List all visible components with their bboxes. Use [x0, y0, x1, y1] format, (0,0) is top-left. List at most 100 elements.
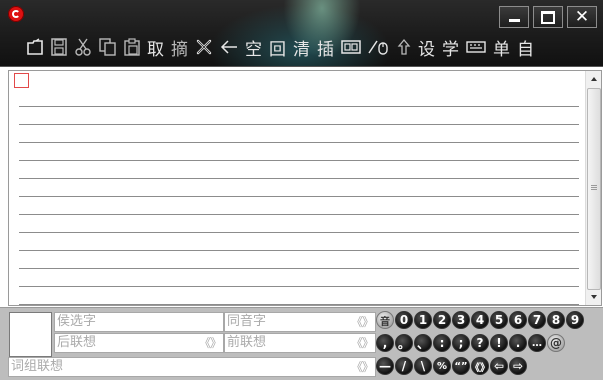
minimize-icon — [508, 18, 520, 22]
post-association-field[interactable]: 后联想 《》 — [54, 333, 224, 353]
cut-button[interactable] — [74, 34, 92, 60]
pre-association-field[interactable]: 前联想 《》 — [224, 333, 376, 353]
handwriting-input-window: ✕ 取 摘 空 回 清 插 设 学 单 自 侯选字 同音字 《》 后联想 《》 … — [0, 0, 603, 380]
save-button[interactable] — [51, 34, 67, 60]
app-logo-icon[interactable] — [8, 6, 24, 22]
close-icon: ✕ — [574, 6, 590, 27]
insert-button[interactable]: 插 — [317, 34, 334, 60]
homophones-pager[interactable]: 《》 — [351, 313, 374, 331]
post-association-pager[interactable]: 《》 — [199, 334, 222, 352]
digit-key-9[interactable]: 9 — [566, 311, 584, 329]
tone-key[interactable]: 音 — [376, 311, 394, 329]
exclamation-key[interactable]: ! — [490, 334, 508, 352]
post-association-label: 后联想 — [57, 335, 97, 350]
auto-label: 自 — [517, 39, 534, 60]
handwriting-preview-box[interactable] — [9, 312, 52, 357]
title-bar[interactable]: ✕ 取 摘 空 回 清 插 设 学 单 自 — [0, 0, 603, 67]
vertical-scrollbar[interactable] — [585, 71, 601, 305]
colon-key[interactable]: : — [433, 334, 451, 352]
phrase-association-field[interactable]: 词组联想 《》 — [8, 357, 376, 377]
close-button[interactable]: ✕ — [567, 6, 597, 28]
percent-key[interactable]: % — [433, 357, 451, 375]
learn-button[interactable]: 学 — [442, 34, 459, 60]
clean-label: 清 — [293, 39, 310, 60]
single-char-button[interactable]: 单 — [493, 34, 510, 60]
toolbar: 取 摘 空 回 清 插 设 学 单 自 — [26, 34, 541, 60]
take-button[interactable]: 取 — [147, 34, 164, 60]
clear-button[interactable] — [195, 34, 213, 60]
save-icon — [51, 38, 67, 56]
candidates-label: 侯选字 — [57, 314, 97, 329]
enter-label: 回 — [269, 39, 286, 60]
maximize-icon — [541, 10, 555, 24]
copy-button[interactable] — [99, 34, 117, 60]
homophones-field[interactable]: 同音字 《》 — [224, 312, 376, 332]
backspace-button[interactable] — [220, 34, 238, 60]
digit-key-3[interactable]: 3 — [452, 311, 470, 329]
dot-key[interactable]: . — [509, 334, 527, 352]
ruled-lines — [19, 89, 579, 305]
semicolon-key[interactable]: ; — [452, 334, 470, 352]
phrase-association-pager[interactable]: 《》 — [351, 358, 374, 376]
candidate-panel: 侯选字 同音字 《》 后联想 《》 前联想 《》 词组联想 《》 音 0 1 2… — [0, 307, 603, 380]
backslash-key[interactable]: \ — [414, 357, 432, 375]
digit-key-7[interactable]: 7 — [528, 311, 546, 329]
digit-key-2[interactable]: 2 — [433, 311, 451, 329]
scroll-up-button[interactable] — [586, 71, 601, 87]
digit-key-8[interactable]: 8 — [547, 311, 565, 329]
scroll-down-icon — [590, 295, 597, 299]
keypad-row-digits: 音 0 1 2 3 4 5 6 7 8 9 — [376, 311, 585, 329]
space-button[interactable]: 空 — [245, 34, 262, 60]
digit-key-0[interactable]: 0 — [395, 311, 413, 329]
open-icon — [27, 38, 43, 55]
slash-key[interactable]: / — [395, 357, 413, 375]
phrase-association-label: 词组联想 — [11, 359, 64, 374]
insert-label: 插 — [317, 39, 334, 60]
window-controls: ✕ — [499, 6, 597, 28]
auto-button[interactable]: 自 — [517, 34, 534, 60]
fullwidth-icon — [341, 40, 361, 54]
shift-button[interactable] — [397, 34, 411, 60]
candidates-field[interactable]: 侯选字 — [54, 312, 224, 332]
enter-button[interactable]: 回 — [269, 34, 286, 60]
pre-association-pager[interactable]: 《》 — [351, 334, 374, 352]
digit-key-4[interactable]: 4 — [471, 311, 489, 329]
quotes-key[interactable]: “” — [452, 357, 470, 375]
keyboard-button[interactable] — [466, 34, 486, 60]
extract-button[interactable]: 摘 — [171, 34, 188, 60]
ellipsis-key[interactable]: … — [528, 334, 546, 352]
text-editor-area[interactable] — [8, 70, 602, 306]
scroll-thumb[interactable] — [587, 88, 601, 290]
keypad-row-punctuation: , 。 、 : ; ? ! . … @ — [376, 334, 566, 352]
minimize-button[interactable] — [499, 6, 529, 28]
text-cursor-box — [14, 73, 29, 88]
clean-button[interactable]: 清 — [293, 34, 310, 60]
digit-key-5[interactable]: 5 — [490, 311, 508, 329]
at-key[interactable]: @ — [547, 334, 565, 352]
period-cn-key[interactable]: 。 — [395, 334, 413, 352]
open-button[interactable] — [26, 34, 44, 60]
right-arrow-key[interactable]: ⇨ — [509, 357, 527, 375]
left-arrow-key[interactable]: ⇦ — [490, 357, 508, 375]
backspace-arrow-icon — [220, 40, 237, 54]
paste-button[interactable] — [124, 34, 140, 60]
enum-comma-key[interactable]: 、 — [414, 334, 432, 352]
fullwidth-button[interactable] — [341, 34, 361, 60]
maximize-button[interactable] — [533, 6, 563, 28]
dash-key[interactable]: — — [376, 357, 394, 375]
scroll-down-button[interactable] — [586, 289, 601, 305]
copy-icon — [99, 38, 116, 56]
pre-association-label: 前联想 — [227, 335, 267, 350]
book-title-key[interactable]: 《》 — [470, 357, 490, 375]
extract-label: 摘 — [171, 39, 188, 60]
comma-key[interactable]: , — [376, 334, 394, 352]
single-char-label: 单 — [493, 39, 510, 60]
settings-button[interactable]: 设 — [418, 34, 435, 60]
digit-key-6[interactable]: 6 — [509, 311, 527, 329]
space-label: 空 — [245, 39, 262, 60]
cut-icon — [75, 38, 91, 56]
question-key[interactable]: ? — [471, 334, 489, 352]
learn-label: 学 — [442, 39, 459, 60]
digit-key-1[interactable]: 1 — [414, 311, 432, 329]
handwriting-mode-button[interactable] — [368, 34, 390, 60]
